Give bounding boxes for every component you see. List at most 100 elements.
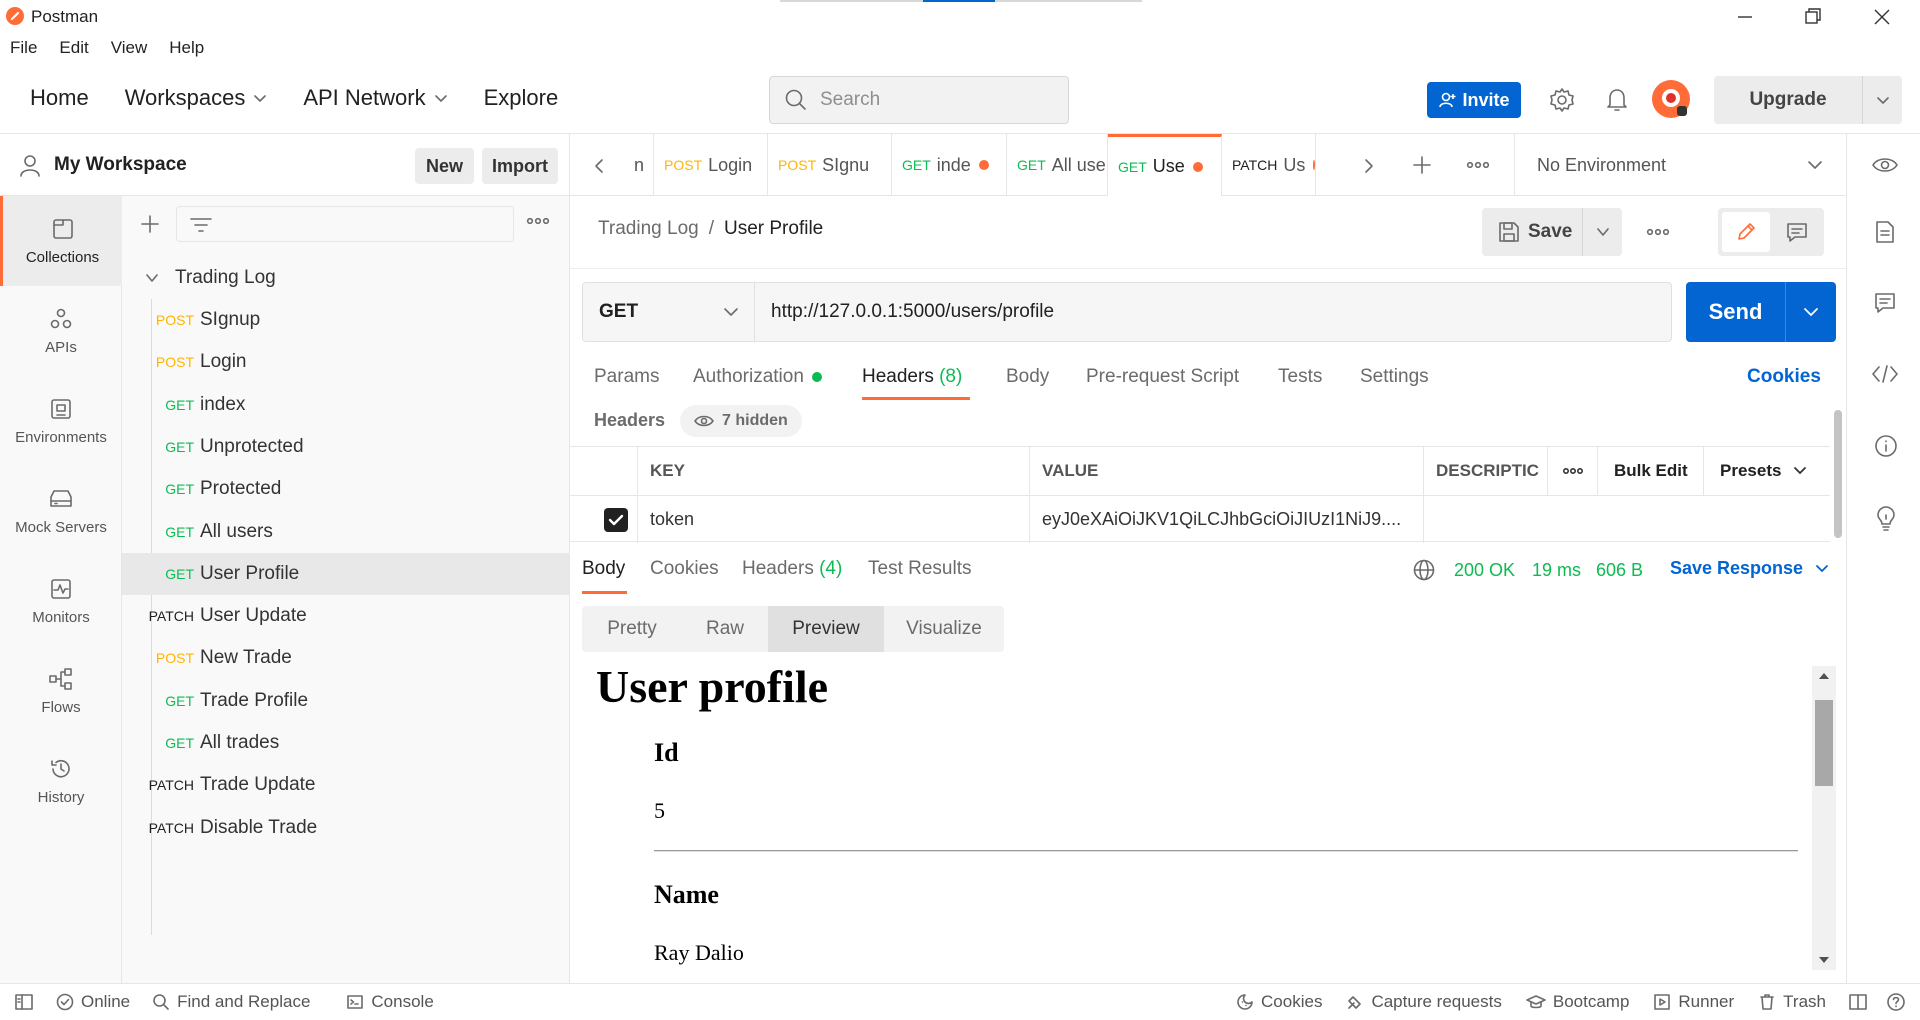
- tabs-more-icon[interactable]: [1466, 160, 1490, 170]
- header-value-input[interactable]: eyJ0eXAiOiJKV1QiLCJhbGciOiJIUzI1NiJ9....: [1030, 495, 1424, 543]
- filter-input[interactable]: [176, 206, 514, 242]
- response-status[interactable]: 200 OK: [1454, 560, 1515, 581]
- rail-collections[interactable]: Collections: [0, 196, 122, 286]
- code-icon[interactable]: [1871, 364, 1899, 384]
- tab-params[interactable]: Params: [594, 366, 659, 388]
- request-item-all-trades[interactable]: GET All trades: [122, 722, 569, 764]
- tab-pre-request-script[interactable]: Pre-request Script: [1086, 366, 1239, 388]
- view-raw[interactable]: Raw: [682, 606, 768, 652]
- trash-button[interactable]: Trash: [1758, 992, 1826, 1012]
- search-input[interactable]: Search: [769, 76, 1069, 124]
- header-row-checkbox[interactable]: [570, 495, 638, 543]
- preview-scrollbar[interactable]: [1812, 666, 1836, 970]
- method-select[interactable]: GET: [583, 283, 755, 341]
- nav-explore[interactable]: Explore: [484, 85, 559, 111]
- lightbulb-icon[interactable]: [1874, 506, 1898, 532]
- nav-workspaces[interactable]: Workspaces: [125, 85, 268, 111]
- response-size[interactable]: 606 B: [1596, 560, 1643, 581]
- scroll-down-icon[interactable]: [1818, 956, 1830, 964]
- globe-icon[interactable]: [1412, 558, 1436, 582]
- request-item-protected[interactable]: GET Protected: [122, 468, 569, 510]
- send-button[interactable]: Send: [1686, 282, 1836, 342]
- scroll-up-icon[interactable]: [1818, 672, 1830, 680]
- info-icon[interactable]: [1874, 434, 1898, 458]
- response-tab-cookies[interactable]: Cookies: [650, 558, 719, 580]
- response-tab-body[interactable]: Body: [582, 558, 625, 580]
- tab-settings[interactable]: Settings: [1360, 366, 1429, 388]
- eye-icon[interactable]: [1871, 154, 1899, 176]
- rail-apis[interactable]: APIs: [0, 286, 122, 376]
- request-more-icon[interactable]: [1646, 227, 1670, 237]
- header-key-input[interactable]: token: [638, 495, 1030, 543]
- chevron-right-icon[interactable]: [1362, 158, 1376, 174]
- cookies-link[interactable]: Cookies: [1747, 366, 1821, 388]
- import-button[interactable]: Import: [482, 148, 558, 184]
- hidden-headers-toggle[interactable]: 7 hidden: [680, 405, 802, 437]
- rail-environments[interactable]: Environments: [0, 376, 122, 466]
- tab-headers[interactable]: Headers (8): [862, 366, 962, 388]
- tab-request-3[interactable]: POST SIgnu: [768, 134, 892, 196]
- online-status[interactable]: Online: [56, 992, 130, 1012]
- close-window-button[interactable]: [1870, 6, 1894, 28]
- statusbar-cookies-button[interactable]: Cookies: [1236, 992, 1322, 1012]
- notifications-bell-icon[interactable]: [1604, 86, 1630, 114]
- request-item-unprotected[interactable]: GET Unprotected: [122, 426, 569, 468]
- view-preview[interactable]: Preview: [768, 606, 884, 652]
- edit-mode-button[interactable]: [1722, 212, 1770, 252]
- menu-view[interactable]: View: [111, 38, 148, 58]
- request-item-signup[interactable]: POST SIgnup: [122, 299, 569, 341]
- minimize-button[interactable]: [1734, 6, 1758, 28]
- header-description-input[interactable]: [1424, 495, 1830, 543]
- rail-mock-servers[interactable]: Mock Servers: [0, 466, 122, 556]
- request-item-user-update[interactable]: PATCH User Update: [122, 595, 569, 637]
- comment-mode-button[interactable]: [1774, 212, 1820, 252]
- bootcamp-button[interactable]: Bootcamp: [1526, 992, 1629, 1012]
- tab-body[interactable]: Body: [1006, 366, 1049, 388]
- new-button[interactable]: New: [415, 148, 474, 184]
- menu-help[interactable]: Help: [169, 38, 204, 58]
- send-dropdown[interactable]: [1786, 305, 1836, 319]
- bulk-edit-button[interactable]: Bulk Edit: [1598, 447, 1704, 495]
- tab-authorization[interactable]: Authorization: [693, 366, 822, 388]
- documentation-icon[interactable]: [1875, 220, 1895, 244]
- request-item-disable-trade[interactable]: PATCH Disable Trade: [122, 807, 569, 849]
- menu-file[interactable]: File: [10, 38, 37, 58]
- breadcrumb-parent[interactable]: Trading Log: [598, 218, 699, 240]
- view-visualize[interactable]: Visualize: [884, 606, 1004, 652]
- workspace-name[interactable]: My Workspace: [54, 154, 187, 176]
- capture-requests-button[interactable]: Capture requests: [1346, 992, 1502, 1012]
- breadcrumb-current[interactable]: User Profile: [724, 218, 823, 240]
- request-item-new-trade[interactable]: POST New Trade: [122, 637, 569, 679]
- tab-tests[interactable]: Tests: [1278, 366, 1322, 388]
- request-item-trade-profile[interactable]: GET Trade Profile: [122, 680, 569, 722]
- response-time[interactable]: 19 ms: [1532, 560, 1581, 581]
- help-icon[interactable]: [1886, 992, 1906, 1012]
- response-tab-test-results[interactable]: Test Results: [868, 558, 971, 580]
- runner-button[interactable]: Runner: [1653, 992, 1734, 1012]
- save-response-button[interactable]: Save Response: [1670, 558, 1829, 579]
- preview-scroll-thumb[interactable]: [1815, 700, 1833, 786]
- add-icon[interactable]: [140, 214, 160, 234]
- request-item-trade-update[interactable]: PATCH Trade Update: [122, 764, 569, 806]
- restore-button[interactable]: [1800, 6, 1824, 28]
- avatar[interactable]: [1652, 80, 1690, 118]
- nav-api-network[interactable]: API Network: [303, 85, 447, 111]
- request-item-index[interactable]: GET index: [122, 384, 569, 426]
- view-pretty[interactable]: Pretty: [582, 606, 682, 652]
- rail-monitors[interactable]: Monitors: [0, 556, 122, 646]
- request-item-all-users[interactable]: GET All users: [122, 511, 569, 553]
- upgrade-dropdown[interactable]: [1863, 93, 1902, 107]
- two-pane-view-icon[interactable]: [1848, 993, 1868, 1011]
- tab-request-7[interactable]: PATCH Us: [1222, 134, 1316, 196]
- find-replace-button[interactable]: Find and Replace: [152, 992, 310, 1012]
- comments-icon[interactable]: [1874, 292, 1896, 314]
- request-item-user-profile[interactable]: GET User Profile: [122, 552, 569, 595]
- tab-request-4[interactable]: GET inde: [892, 134, 1007, 196]
- request-item-login[interactable]: POST Login: [122, 341, 569, 383]
- rail-flows[interactable]: Flows: [0, 646, 122, 736]
- tab-request-5[interactable]: GET All use: [1007, 134, 1108, 196]
- request-scrollbar[interactable]: [1834, 410, 1842, 538]
- chevron-left-icon[interactable]: [592, 158, 606, 174]
- collection-trading-log[interactable]: Trading Log: [122, 257, 569, 299]
- settings-gear-icon[interactable]: [1548, 86, 1576, 114]
